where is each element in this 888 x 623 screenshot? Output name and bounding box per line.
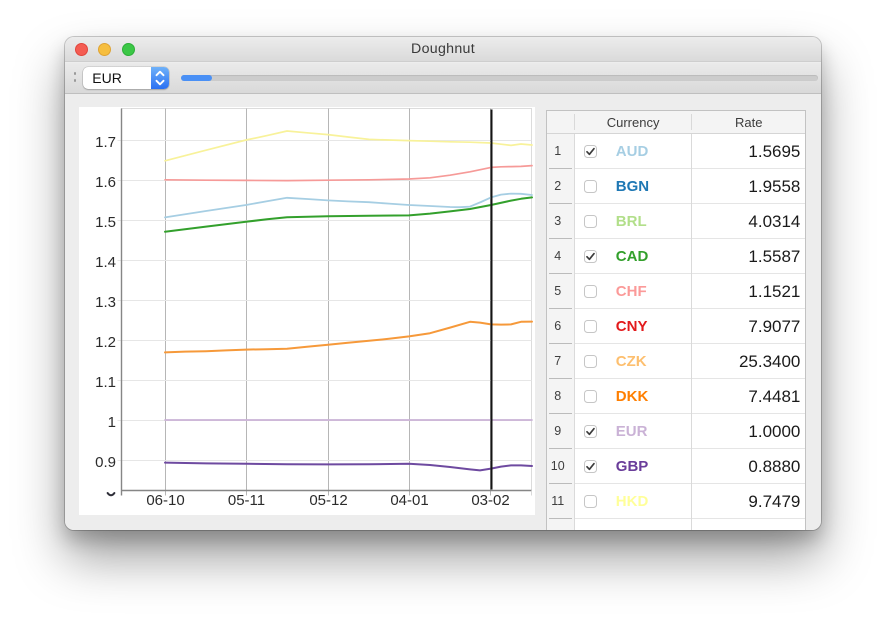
svg-text:1: 1 xyxy=(108,414,116,431)
svg-text:0.9: 0.9 xyxy=(95,454,116,471)
svg-text:05-11: 05-11 xyxy=(228,492,265,509)
svg-text:06-10: 06-10 xyxy=(146,492,184,509)
svg-text:1.6: 1.6 xyxy=(95,174,116,191)
svg-text:03-02: 03-02 xyxy=(471,492,509,509)
svg-text:1.2: 1.2 xyxy=(95,334,116,351)
svg-text:1.4: 1.4 xyxy=(95,254,116,271)
svg-text:05-12: 05-12 xyxy=(309,492,347,509)
svg-text:04-01: 04-01 xyxy=(390,492,428,509)
svg-text:1.3: 1.3 xyxy=(95,294,116,311)
svg-text:1.5: 1.5 xyxy=(95,214,116,231)
svg-text:1.1: 1.1 xyxy=(95,374,116,391)
svg-text:1.7: 1.7 xyxy=(95,134,116,151)
